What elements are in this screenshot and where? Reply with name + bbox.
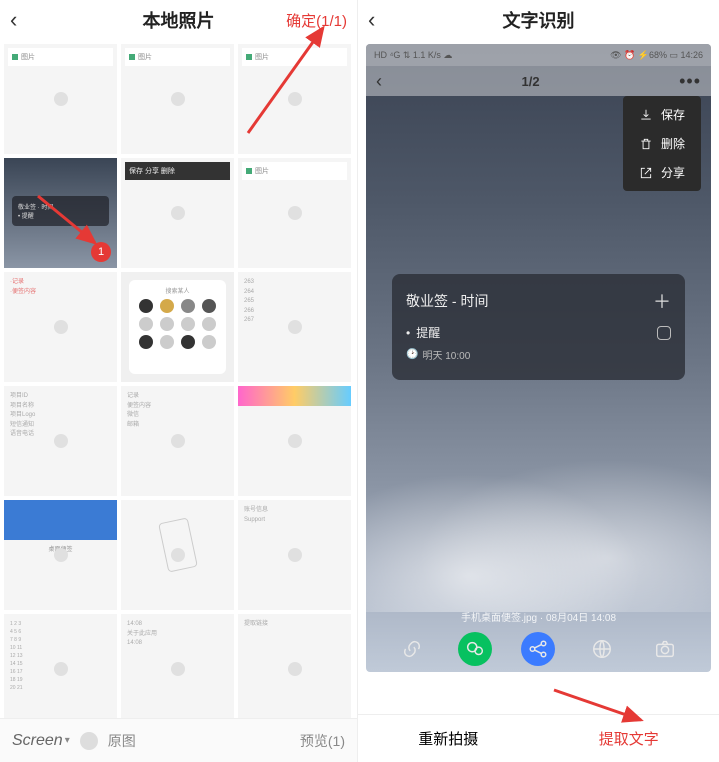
confirm-button[interactable]: 确定(1/1) bbox=[286, 10, 347, 31]
card-subtext: 明天 10:00 bbox=[422, 347, 470, 362]
menu-share[interactable]: 分享 bbox=[623, 158, 701, 187]
camera-icon[interactable] bbox=[648, 632, 682, 666]
plus-icon[interactable]: ＋ bbox=[653, 288, 671, 314]
inner-header: ‹ 1/2 ••• bbox=[366, 66, 711, 96]
thumb[interactable] bbox=[238, 386, 351, 496]
thumb[interactable]: ·记录·便签内容 bbox=[4, 272, 117, 382]
right-header: ‹ 文字识别 bbox=[358, 0, 719, 40]
selection-badge: 1 bbox=[91, 242, 111, 262]
dock bbox=[366, 632, 711, 666]
ocr-panel: ‹ 文字识别 HD ⁴G ⇅ 1.1 K/s ☁ 👁 ⏰ ⚡68% ▭ 14:2… bbox=[358, 0, 719, 762]
local-photos-panel: ‹ 本地照片 确定(1/1) 图片 图片 图片 敬业签 · 时间• 提醒 1 保… bbox=[0, 0, 358, 762]
bullet-icon: • bbox=[406, 326, 410, 340]
status-bar: HD ⁴G ⇅ 1.1 K/s ☁ 👁 ⏰ ⚡68% ▭ 14:26 bbox=[366, 44, 711, 66]
thumbnail-grid: 图片 图片 图片 敬业签 · 时间• 提醒 1 保存 分享 删除 图片 ·记录·… bbox=[0, 40, 357, 718]
wechat-icon[interactable] bbox=[458, 632, 492, 666]
phone-screenshot: HD ⁴G ⇅ 1.1 K/s ☁ 👁 ⏰ ⚡68% ▭ 14:26 ‹ 1/2… bbox=[366, 44, 711, 672]
share-dock-icon[interactable] bbox=[521, 632, 555, 666]
thumb[interactable]: 图片 bbox=[4, 44, 117, 154]
menu-save[interactable]: 保存 bbox=[623, 100, 701, 129]
trash-icon bbox=[639, 137, 653, 151]
download-icon bbox=[639, 108, 653, 122]
widget-card: 敬业签 - 时间 ＋ • 提醒 🕑 明天 10:00 bbox=[392, 274, 685, 380]
thumb[interactable]: 记录便签内容微信邮箱 bbox=[121, 386, 234, 496]
share-icon bbox=[639, 166, 653, 180]
origin-label[interactable]: 原图 bbox=[108, 731, 136, 751]
menu-delete[interactable]: 删除 bbox=[623, 129, 701, 158]
thumb[interactable]: 263264265266267 bbox=[238, 272, 351, 382]
origin-toggle[interactable] bbox=[80, 732, 98, 750]
right-bottom-bar: 重新拍摄 提取文字 bbox=[358, 714, 719, 762]
clock-icon: 🕑 bbox=[406, 349, 418, 360]
right-title: 文字识别 bbox=[358, 7, 719, 33]
retake-button[interactable]: 重新拍摄 bbox=[358, 728, 539, 749]
thumb[interactable] bbox=[121, 500, 234, 610]
card-title: 敬业签 - 时间 bbox=[406, 291, 488, 311]
thumb[interactable]: 账号信息Support bbox=[238, 500, 351, 610]
thumb-apps[interactable]: 搜索某人 bbox=[121, 272, 234, 382]
context-menu: 保存 删除 分享 bbox=[623, 96, 701, 191]
thumb[interactable]: 保存 分享 删除 bbox=[121, 158, 234, 268]
globe-icon[interactable] bbox=[585, 632, 619, 666]
thumb[interactable]: 图片 bbox=[238, 44, 351, 154]
thumb[interactable]: 14:08关于此应用14:08 bbox=[121, 614, 234, 718]
thumb-selected[interactable]: 敬业签 · 时间• 提醒 1 bbox=[4, 158, 117, 268]
cloud-bg bbox=[366, 432, 711, 612]
status-right: 👁 ⏰ ⚡68% ▭ 14:26 bbox=[610, 50, 703, 61]
left-header: ‹ 本地照片 确定(1/1) bbox=[0, 0, 357, 40]
screen-label: Screen bbox=[12, 732, 63, 750]
thumb[interactable]: 图片 bbox=[121, 44, 234, 154]
thumb[interactable]: 项目ID项目名称项目Logo短信通知语音电话 bbox=[4, 386, 117, 496]
checkbox[interactable] bbox=[657, 326, 671, 340]
thumb[interactable]: 桌面便签 bbox=[4, 500, 117, 610]
link-icon[interactable] bbox=[395, 632, 429, 666]
thumb[interactable]: 提取链接 bbox=[238, 614, 351, 718]
thumb[interactable]: 1 2 3 4 5 6 7 8 9 10 11 12 13 14 15 16 1… bbox=[4, 614, 117, 718]
chevron-down-icon[interactable]: ▾ bbox=[65, 735, 70, 746]
card-item: 提醒 bbox=[416, 324, 440, 341]
status-left: HD ⁴G ⇅ 1.1 K/s ☁ bbox=[374, 50, 452, 61]
extract-button[interactable]: 提取文字 bbox=[539, 728, 719, 749]
more-icon[interactable]: ••• bbox=[679, 71, 701, 92]
left-bottom-bar: Screen ▾ 原图 预览(1) bbox=[0, 718, 357, 762]
page-indicator: 1/2 bbox=[382, 74, 679, 89]
thumb[interactable]: 图片 bbox=[238, 158, 351, 268]
preview-button[interactable]: 预览(1) bbox=[300, 731, 345, 751]
filename-label: 手机桌面便签.jpg · 08月04日 14:08 bbox=[366, 609, 711, 624]
